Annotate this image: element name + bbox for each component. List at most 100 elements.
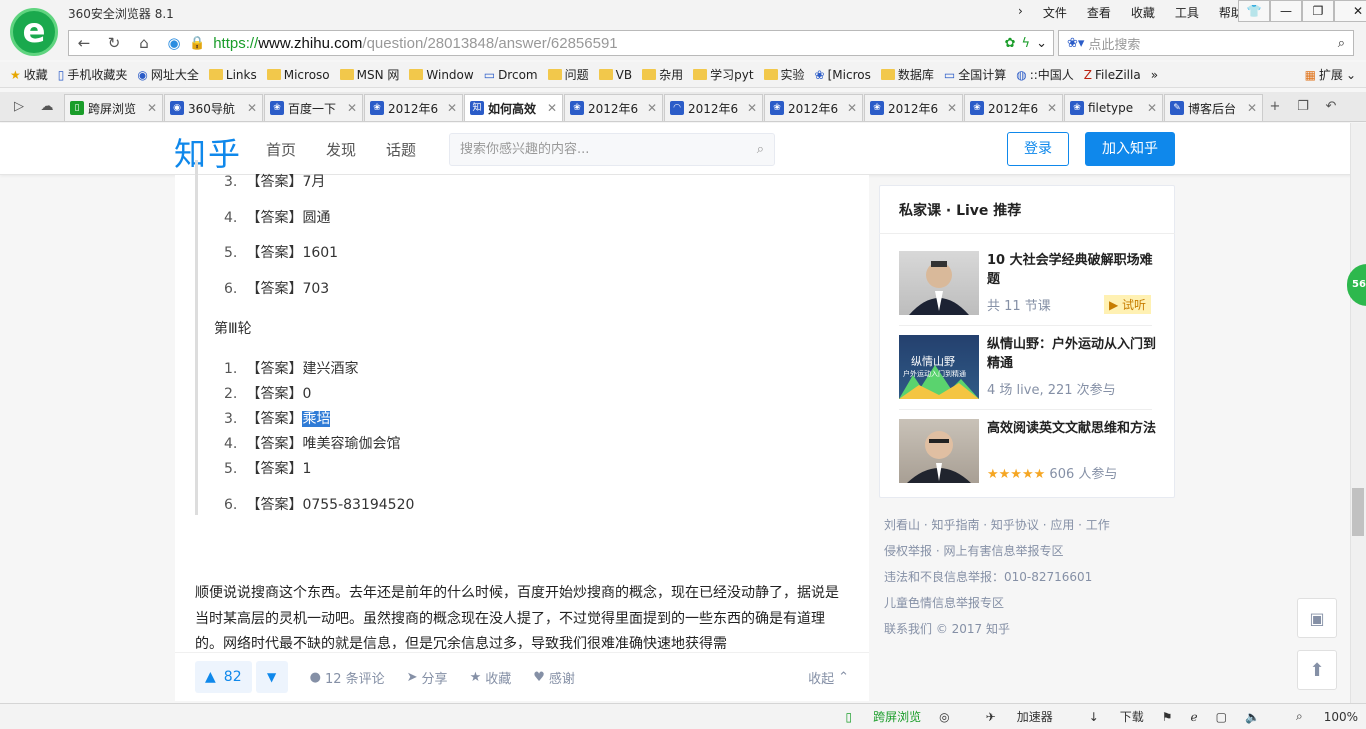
bookmark-17[interactable]: Z FileZilla xyxy=(1084,68,1141,82)
live-title[interactable]: 高效阅读英文文献思维和方法 xyxy=(987,419,1159,438)
page-scrollbar[interactable] xyxy=(1350,123,1366,703)
tab-close-icon[interactable]: ✕ xyxy=(347,101,357,115)
bookmark-0[interactable]: ★ 收藏 xyxy=(10,66,48,83)
tab-close-icon[interactable]: ✕ xyxy=(647,101,657,115)
nav-topics[interactable]: 话题 xyxy=(386,139,416,160)
bolt-icon[interactable]: ϟ xyxy=(1022,36,1031,51)
live-item[interactable]: 10 大社会学经典破解职场难题 共 11 节课 ▶ 试听 xyxy=(899,251,1159,317)
tab-7[interactable]: ❀ 2012年6 ✕ xyxy=(764,94,863,121)
bookmark-8[interactable]: 问题 xyxy=(547,66,589,83)
tab-close-icon[interactable]: ✕ xyxy=(247,101,257,115)
login-button[interactable]: 登录 xyxy=(1007,132,1069,166)
cross-screen-button[interactable]: ▯ 跨屏浏览 xyxy=(828,708,922,725)
comments-button[interactable]: ● 12 条评论 xyxy=(310,668,385,687)
selected-text[interactable]: 乘培 xyxy=(302,411,331,427)
live-cover-image[interactable] xyxy=(899,419,979,483)
zhihu-search-input[interactable]: 搜索你感兴趣的内容... ⌕ xyxy=(449,133,775,166)
search-icon[interactable]: ⌕ xyxy=(757,134,764,165)
tab-10[interactable]: ❀ filetype ✕ xyxy=(1064,94,1163,121)
tab-close-icon[interactable]: ✕ xyxy=(1047,101,1057,115)
share-button[interactable]: ➤ 分享 xyxy=(407,668,448,687)
tab-4[interactable]: 知如何高效 ✕ xyxy=(464,94,563,121)
tab-close-icon[interactable]: ✕ xyxy=(1247,101,1257,115)
tab-5[interactable]: ❀ 2012年6 ✕ xyxy=(564,94,663,121)
chevron-down-icon[interactable]: ⌄ xyxy=(1036,36,1047,51)
bookmark-12[interactable]: 实验 xyxy=(763,66,805,83)
tab-9[interactable]: ❀ 2012年6 ✕ xyxy=(964,94,1063,121)
tab-3[interactable]: ❀ 2012年6 ✕ xyxy=(364,94,463,121)
live-title[interactable]: 纵情山野：户外运动从入门到精通 xyxy=(987,335,1159,373)
back-to-top-button[interactable]: ⬆ xyxy=(1297,650,1337,690)
bookmark-16[interactable]: ◍::中国人 xyxy=(1016,66,1074,83)
bookmark-10[interactable]: 杂用 xyxy=(642,66,683,83)
menu-arrow-icon[interactable]: › xyxy=(1018,4,1023,21)
menu-item-file[interactable]: 文件 xyxy=(1043,4,1067,21)
bookmark-3[interactable]: Links xyxy=(208,68,257,82)
menu-item-view[interactable]: 查看 xyxy=(1087,4,1111,21)
downvote-button[interactable]: ▼ xyxy=(255,661,288,693)
skin-icon[interactable]: 👕 xyxy=(1238,0,1270,22)
zoom-control[interactable]: ⌕ 100% xyxy=(1278,709,1358,724)
nav-discover[interactable]: 发现 xyxy=(326,139,356,160)
bookmark-15[interactable]: ▭ 全国计算 xyxy=(944,66,1006,83)
zhihu-logo[interactable]: 知乎 xyxy=(174,129,242,175)
ie-mode-icon[interactable]: ◎ xyxy=(939,710,949,724)
extensions-button[interactable]: ▦ 扩展 ⌄ xyxy=(1305,66,1356,83)
collapse-button[interactable]: 收起 ⌃ xyxy=(808,668,849,687)
tab-11[interactable]: ✎ 博客后台 ✕ xyxy=(1164,94,1263,121)
live-title[interactable]: 10 大社会学经典破解职场难题 xyxy=(987,251,1159,289)
download-button[interactable]: ↓ 下载 xyxy=(1071,708,1144,725)
nav-home[interactable]: 首页 xyxy=(266,139,296,160)
flag-icon[interactable]: ⚑ xyxy=(1162,710,1173,724)
bookmark-9[interactable]: VB xyxy=(598,68,632,82)
menu-item-tools[interactable]: 工具 xyxy=(1175,4,1199,21)
bookmark-more-button[interactable]: » xyxy=(1151,68,1158,82)
bookmark-5[interactable]: MSN 网 xyxy=(339,66,399,83)
live-item[interactable]: 高效阅读英文文献思维和方法 ★★★★★ 606 人参与 xyxy=(899,419,1159,485)
ie-icon[interactable]: ℯ xyxy=(1191,710,1198,724)
minimize-button[interactable]: — xyxy=(1270,0,1302,22)
footer-links[interactable]: 刘看山 · 知乎指南 · 知乎协议 · 应用 · 工作 xyxy=(884,512,1174,538)
bookmark-1[interactable]: ▯ 手机收藏夹 xyxy=(58,66,128,83)
tab-close-icon[interactable]: ✕ xyxy=(1147,101,1157,115)
thanks-button[interactable]: ♥ 感谢 xyxy=(533,668,575,687)
cloud-icon[interactable]: ☁ xyxy=(36,99,58,114)
tab-close-icon[interactable]: ✕ xyxy=(447,101,457,115)
tab-close-icon[interactable]: ✕ xyxy=(947,101,957,115)
bookmark-2[interactable]: ◉ 网址大全 xyxy=(137,66,199,83)
scrollbar-thumb[interactable] xyxy=(1352,488,1364,536)
bookmark-11[interactable]: 学习pyt xyxy=(693,66,754,83)
back-icon[interactable]: ← xyxy=(69,34,99,52)
sidebar-toggle-icon[interactable]: ▷ xyxy=(8,99,30,114)
tab-6[interactable]: ◠ 2012年6 ✕ xyxy=(664,94,763,121)
live-cover-image[interactable]: 纵情山野 户外运动入门到精通 xyxy=(899,335,979,399)
favorite-button[interactable]: ★ 收藏 xyxy=(470,668,512,687)
tab-1[interactable]: ◉ 360导航 ✕ xyxy=(164,94,263,121)
footer-report[interactable]: 侵权举报 · 网上有害信息举报专区 xyxy=(884,538,1174,564)
home-icon[interactable]: ⌂ xyxy=(129,34,159,52)
menu-item-favorites[interactable]: 收藏 xyxy=(1131,4,1155,21)
join-button[interactable]: 加入知乎 xyxy=(1085,132,1175,166)
refresh-icon[interactable]: ↻ xyxy=(99,34,129,52)
live-cover-image[interactable] xyxy=(899,251,979,315)
security-icon[interactable]: ◉ xyxy=(159,34,189,52)
tab-close-icon[interactable]: ✕ xyxy=(847,101,857,115)
upvote-button[interactable]: ▲ 82 xyxy=(195,661,252,693)
tab-8[interactable]: ❀ 2012年6 ✕ xyxy=(864,94,963,121)
address-bar[interactable]: ← ↻ ⌂ ◉ 🔒 https://www.zhihu.com/question… xyxy=(68,30,1054,56)
feedback-button[interactable]: ▣ xyxy=(1297,598,1337,638)
new-tab-icon[interactable]: + xyxy=(1264,99,1286,114)
maximize-button[interactable]: ❐ xyxy=(1302,0,1334,22)
tab-close-icon[interactable]: ✕ xyxy=(747,101,757,115)
window-icon[interactable]: ▢ xyxy=(1216,710,1227,724)
bookmark-13[interactable]: ❀ [Micros xyxy=(815,68,871,82)
live-item[interactable]: 纵情山野 户外运动入门到精通 纵情山野：户外运动从入门到精通 4 场 live,… xyxy=(899,335,1159,401)
footer-child-report[interactable]: 儿童色情信息举报专区 xyxy=(884,590,1174,616)
speaker-icon[interactable]: 🔈 xyxy=(1245,710,1260,724)
browser-search-box[interactable]: ❀▾ 点此搜索 ⌕ xyxy=(1058,30,1354,56)
search-icon[interactable]: ⌕ xyxy=(1338,36,1345,51)
tab-list-icon[interactable]: ❐ xyxy=(1292,99,1314,114)
bookmark-14[interactable]: 数据库 xyxy=(880,66,934,83)
bookmark-6[interactable]: Window xyxy=(409,68,474,82)
undo-close-icon[interactable]: ↶ xyxy=(1320,99,1342,114)
